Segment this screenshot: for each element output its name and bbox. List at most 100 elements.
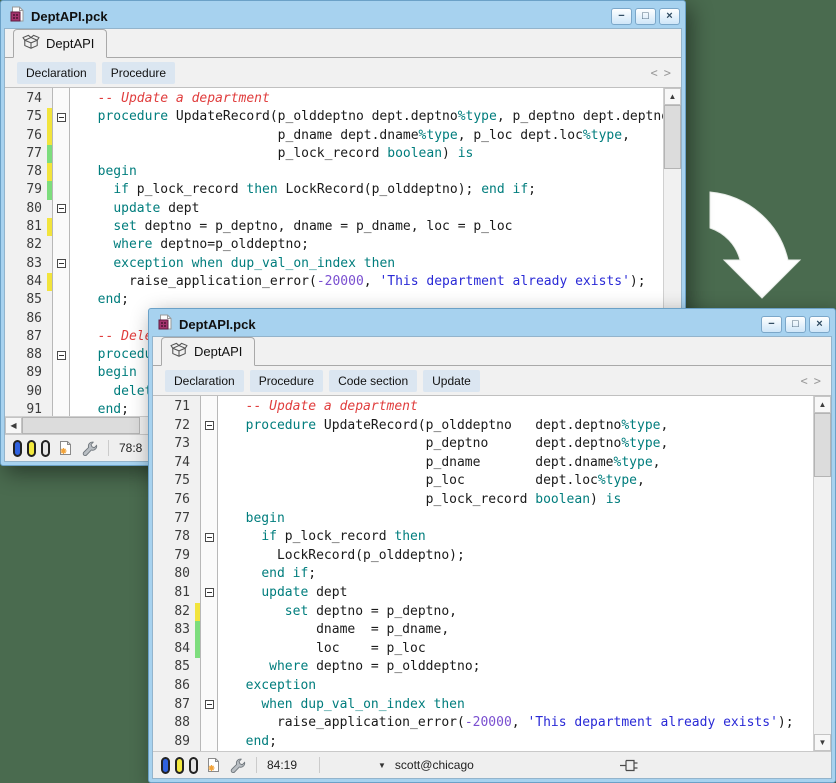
vertical-scrollbar[interactable]: ▲ ▼	[813, 396, 831, 751]
fold-column	[52, 255, 70, 273]
code-line: 81 set deptno = p_deptno, dname = p_dnam…	[5, 218, 663, 236]
toolbar-button-code-section[interactable]: Code section	[329, 370, 417, 392]
code-line: 84 raise_application_error(-20000, 'This…	[5, 273, 663, 291]
code-line: 82 where deptno=p_olddeptno;	[5, 236, 663, 254]
line-number: 85	[153, 658, 195, 677]
scrollbar-thumb[interactable]	[22, 417, 140, 434]
toolbar-button-declaration[interactable]: Declaration	[165, 370, 244, 392]
fold-collapse-icon[interactable]	[57, 204, 66, 213]
code-line: 81 update dept	[153, 584, 813, 603]
line-number: 75	[5, 108, 47, 126]
minimize-button[interactable]: −	[611, 8, 632, 25]
line-number: 77	[153, 510, 195, 529]
scrollbar-thumb[interactable]	[664, 105, 681, 169]
code-line: 76 p_dname dept.dname%type, p_loc dept.l…	[5, 127, 663, 145]
fold-collapse-icon[interactable]	[57, 351, 66, 360]
fold-collapse-icon[interactable]	[57, 259, 66, 268]
line-number: 82	[153, 603, 195, 622]
code-line: 71 -- Update a department	[153, 398, 813, 417]
code-line: 88 raise_application_error(-20000, 'This…	[153, 714, 813, 733]
fold-column	[200, 491, 218, 510]
code-line: 85 where deptno = p_olddeptno;	[153, 658, 813, 677]
modified-file-icon	[206, 757, 221, 773]
code-line: 80 update dept	[5, 200, 663, 218]
scrollbar-thumb[interactable]	[814, 413, 831, 477]
code-editor[interactable]: 71 -- Update a department72 procedure Up…	[153, 396, 813, 751]
package-box-icon	[170, 342, 188, 361]
fold-column	[200, 565, 218, 584]
fold-column	[52, 163, 70, 181]
line-number: 84	[153, 640, 195, 659]
pin-icon[interactable]	[619, 759, 639, 772]
fold-collapse-icon[interactable]	[57, 113, 66, 122]
fold-collapse-icon[interactable]	[205, 588, 214, 597]
close-button[interactable]: ×	[659, 8, 680, 25]
fold-collapse-icon[interactable]	[205, 700, 214, 709]
indicator-pill-yellow-icon	[27, 440, 36, 457]
nav-forward-icon[interactable]: >	[814, 374, 821, 388]
divider	[108, 440, 109, 456]
tab-label: DeptAPI	[194, 344, 242, 359]
fold-column	[200, 528, 218, 547]
titlebar[interactable]: DeptAPI.pck − □ ×	[4, 4, 682, 28]
code-text: -- Update a department	[218, 398, 418, 417]
cursor-position: 84:19	[267, 758, 309, 772]
scroll-down-icon[interactable]: ▼	[814, 734, 831, 751]
tab-deptapi[interactable]: DeptAPI	[161, 337, 255, 366]
toolbar-button-declaration[interactable]: Declaration	[17, 62, 96, 84]
line-number: 80	[153, 565, 195, 584]
code-line: 73 p_deptno dept.deptno%type,	[153, 435, 813, 454]
code-line: 78 begin	[5, 163, 663, 181]
scroll-left-icon[interactable]: ◀	[5, 417, 22, 434]
session-selector[interactable]: ▼ scott@chicago	[378, 758, 474, 772]
fold-column	[52, 108, 70, 126]
fold-column	[200, 547, 218, 566]
maximize-button[interactable]: □	[635, 8, 656, 25]
code-line: 74 p_dname dept.dname%type,	[153, 454, 813, 473]
fold-column	[52, 273, 70, 291]
line-number: 83	[5, 255, 47, 273]
package-box-icon	[22, 34, 40, 53]
toolbar-button-procedure[interactable]: Procedure	[250, 370, 323, 392]
maximize-button[interactable]: □	[785, 316, 806, 333]
code-text: set deptno = p_deptno, dname = p_dname, …	[70, 218, 512, 236]
indicator-pill-gray-icon	[41, 440, 50, 457]
code-text: p_dname dept.dname%type, p_loc dept.loc%…	[70, 127, 630, 145]
code-text: loc = p_loc	[218, 640, 426, 659]
fold-collapse-icon[interactable]	[205, 421, 214, 430]
indicator-pill-yellow-icon	[175, 757, 184, 774]
pck-file-icon	[158, 314, 173, 335]
toolbar-button-procedure[interactable]: Procedure	[102, 62, 175, 84]
connection-label[interactable]: scott@chicago	[395, 758, 474, 772]
fold-column	[200, 621, 218, 640]
line-number: 90	[5, 383, 47, 401]
scroll-up-icon[interactable]: ▲	[814, 396, 831, 413]
code-line: 79 if p_lock_record then LockRecord(p_ol…	[5, 181, 663, 199]
tab-deptapi[interactable]: DeptAPI	[13, 29, 107, 58]
fold-column	[52, 291, 70, 309]
code-line: 84 loc = p_loc	[153, 640, 813, 659]
code-text: p_dname dept.dname%type,	[218, 454, 660, 473]
line-number: 76	[153, 491, 195, 510]
titlebar[interactable]: DeptAPI.pck − □ ×	[152, 312, 832, 336]
code-text: if p_lock_record then	[218, 528, 426, 547]
fold-collapse-icon[interactable]	[205, 533, 214, 542]
minimize-button[interactable]: −	[761, 316, 782, 333]
toolbar-button-update[interactable]: Update	[423, 370, 480, 392]
chevron-down-icon[interactable]: ▼	[378, 761, 386, 770]
code-text	[70, 310, 82, 328]
nav-forward-icon[interactable]: >	[664, 66, 671, 80]
code-line: 75 procedure UpdateRecord(p_olddeptno de…	[5, 108, 663, 126]
code-text: raise_application_error(-20000, 'This de…	[218, 714, 794, 733]
line-number: 79	[153, 547, 195, 566]
line-number: 82	[5, 236, 47, 254]
scroll-up-icon[interactable]: ▲	[664, 88, 681, 105]
indicator-pill-gray-icon	[189, 757, 198, 774]
line-number: 86	[5, 310, 47, 328]
code-text: begin	[70, 364, 137, 382]
close-button[interactable]: ×	[809, 316, 830, 333]
nav-back-icon[interactable]: <	[801, 374, 808, 388]
code-line: 78 if p_lock_record then	[153, 528, 813, 547]
toolbar: Declaration Procedure Code section Update <…	[153, 366, 831, 395]
nav-back-icon[interactable]: <	[651, 66, 658, 80]
